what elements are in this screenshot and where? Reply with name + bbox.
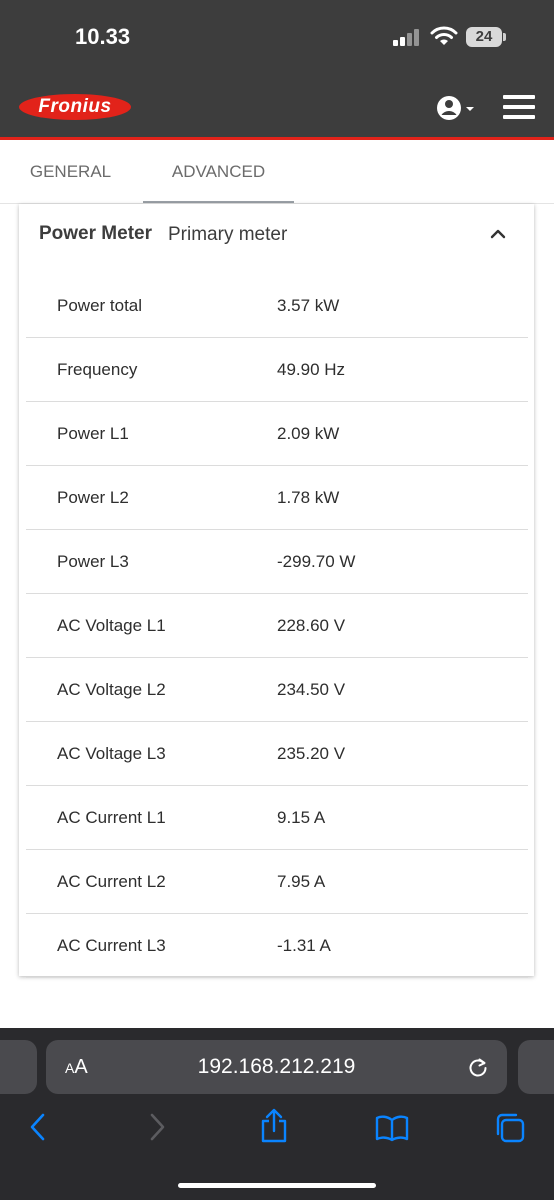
tab-advanced[interactable]: ADVANCED xyxy=(143,140,294,203)
measurement-row: Power total 3.57 kW xyxy=(26,274,528,338)
measurement-label: AC Voltage L1 xyxy=(57,616,166,635)
chevron-up-icon[interactable] xyxy=(490,226,506,240)
browser-bar: AA 192.168.212.219 xyxy=(0,1028,554,1200)
measurement-value: 235.20 V xyxy=(277,744,346,763)
measurement-label: Power L3 xyxy=(57,552,129,571)
measurement-value: 3.57 kW xyxy=(277,296,340,315)
measurement-list: Power total 3.57 kW Frequency 49.90 Hz Pow… xyxy=(26,274,528,978)
measurement-label: AC Current L3 xyxy=(57,936,166,955)
measurement-row: Power L1 2.09 kW xyxy=(26,402,528,466)
measurement-row: AC Voltage L2 234.50 V xyxy=(26,658,528,722)
measurement-value: 228.60 V xyxy=(277,616,346,635)
measurement-value: -1.31 A xyxy=(277,936,331,955)
tab-general[interactable]: GENERAL xyxy=(0,140,141,203)
previous-tab-pill[interactable] xyxy=(0,1040,37,1094)
bookmarks-icon[interactable] xyxy=(375,1114,409,1142)
power-meter-card: Power Meter Primary meter Power total 3.5… xyxy=(19,204,534,978)
measurement-row: AC Voltage L3 235.20 V xyxy=(26,722,528,786)
measurement-label: AC Current L1 xyxy=(57,808,166,827)
logo-text: Fronius xyxy=(38,96,112,117)
measurement-label: Frequency xyxy=(57,360,138,379)
measurement-value: 1.78 kW xyxy=(277,488,340,507)
measurement-label: Power L2 xyxy=(57,488,129,507)
measurement-label: AC Voltage L3 xyxy=(57,744,166,763)
share-icon[interactable] xyxy=(259,1108,289,1144)
measurement-label: AC Current L2 xyxy=(57,872,166,891)
wifi-icon xyxy=(430,26,458,45)
reload-icon[interactable] xyxy=(467,1056,489,1078)
fronius-logo[interactable]: Fronius xyxy=(18,92,132,122)
card-title: Power Meter xyxy=(39,223,152,244)
next-tab-pill[interactable] xyxy=(518,1040,554,1094)
hamburger-icon[interactable] xyxy=(503,95,535,119)
measurement-row: Power L3 -299.70 W xyxy=(26,530,528,594)
measurement-row: Power L2 1.78 kW xyxy=(26,466,528,530)
measurement-row: AC Current L2 7.95 A xyxy=(26,850,528,914)
back-icon[interactable] xyxy=(28,1112,48,1142)
measurement-value: 49.90 Hz xyxy=(277,360,346,379)
measurement-label: Power total xyxy=(57,296,143,315)
card-subtitle: Primary meter xyxy=(168,224,288,245)
status-time: 10.33 xyxy=(75,24,131,49)
measurement-row: AC Current L3 -1.31 A xyxy=(26,914,528,978)
battery-tip xyxy=(503,33,506,41)
measurement-label: AC Voltage L2 xyxy=(57,680,166,699)
tabs-icon[interactable] xyxy=(494,1112,526,1144)
tab-bar: GENERAL ADVANCED xyxy=(0,140,554,204)
measurement-row: AC Voltage L1 228.60 V xyxy=(26,594,528,658)
signal-icon xyxy=(393,28,425,46)
measurement-value: 234.50 V xyxy=(277,680,346,699)
forward-icon[interactable] xyxy=(147,1112,167,1142)
user-icon[interactable] xyxy=(436,94,478,122)
home-indicator[interactable] xyxy=(178,1183,376,1188)
measurement-value: -299.70 W xyxy=(277,552,356,571)
measurement-value: 2.09 kW xyxy=(277,424,340,443)
measurement-row: AC Current L1 9.15 A xyxy=(26,786,528,850)
battery-icon: 24 xyxy=(466,27,502,47)
measurement-value: 9.15 A xyxy=(277,808,326,827)
measurement-row: Frequency 49.90 Hz xyxy=(26,338,528,402)
url-text: 192.168.212.219 xyxy=(197,1055,356,1078)
app-header: 10.33 24 Fronius xyxy=(0,0,554,140)
address-bar[interactable]: AA 192.168.212.219 xyxy=(46,1040,507,1094)
measurement-value: 7.95 A xyxy=(277,872,326,891)
measurement-label: Power L1 xyxy=(57,424,129,443)
